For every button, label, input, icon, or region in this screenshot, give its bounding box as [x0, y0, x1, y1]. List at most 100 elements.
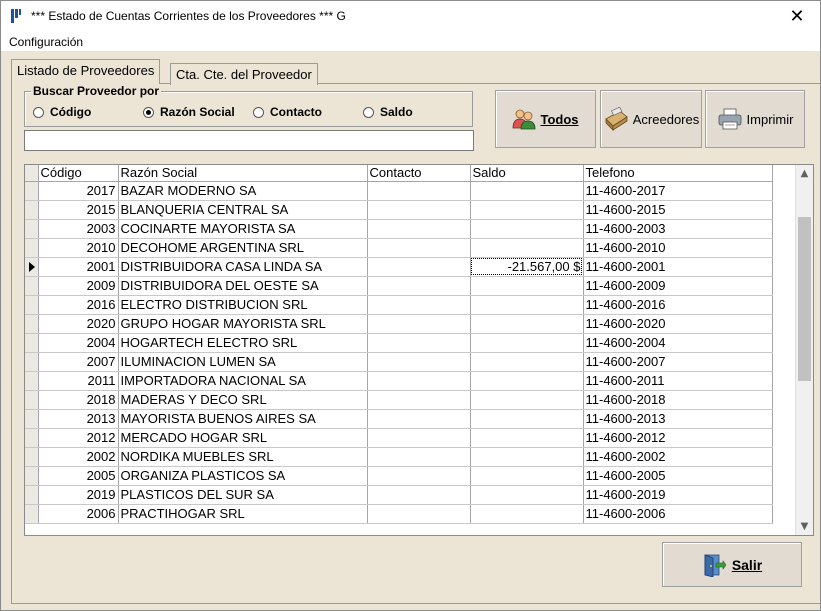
cell-saldo[interactable]	[470, 219, 584, 239]
scroll-thumb[interactable]	[798, 217, 811, 381]
row-selector[interactable]	[25, 466, 39, 486]
row-selector[interactable]	[25, 390, 39, 410]
cell-saldo[interactable]: -21.567,00 $	[470, 257, 584, 277]
row-selector[interactable]	[25, 219, 39, 239]
cell-telefono[interactable]: 11-4600-2015	[583, 200, 773, 220]
cell-razon-social[interactable]: DECOHOME ARGENTINA SRL	[118, 238, 368, 258]
cell-saldo[interactable]	[470, 181, 584, 201]
table-row[interactable]: 2013 MAYORISTA BUENOS AIRES SA 11-4600-201…	[25, 409, 773, 429]
table-row[interactable]: 2007 ILUMINACION LUMEN SA 11-4600-2007	[25, 352, 773, 372]
cell-codigo[interactable]: 2019	[38, 485, 119, 505]
cell-telefono[interactable]: 11-4600-2013	[583, 409, 773, 429]
table-row[interactable]: 2020 GRUPO HOGAR MAYORISTA SRL 11-4600-202…	[25, 314, 773, 334]
acreedores-button[interactable]: Acreedores	[600, 90, 702, 148]
cell-contacto[interactable]	[367, 504, 471, 524]
cell-telefono[interactable]: 11-4600-2012	[583, 428, 773, 448]
cell-razon-social[interactable]: ELECTRO DISTRIBUCION SRL	[118, 295, 368, 315]
cell-telefono[interactable]: 11-4600-2010	[583, 238, 773, 258]
row-selector[interactable]	[25, 238, 39, 258]
tab-cta-cte-proveedor[interactable]: Cta. Cte. del Proveedor	[170, 63, 318, 85]
cell-contacto[interactable]	[367, 238, 471, 258]
cell-codigo[interactable]: 2013	[38, 409, 119, 429]
table-row[interactable]: 2010 DECOHOME ARGENTINA SRL 11-4600-2010	[25, 238, 773, 258]
table-row[interactable]: 2019 PLASTICOS DEL SUR SA 11-4600-2019	[25, 485, 773, 505]
cell-contacto[interactable]	[367, 447, 471, 467]
grid-vertical-scrollbar[interactable]: ▲ ▼	[795, 165, 813, 535]
row-selector[interactable]	[25, 333, 39, 353]
scroll-down-arrow-icon[interactable]: ▼	[796, 518, 813, 535]
cell-telefono[interactable]: 11-4600-2016	[583, 295, 773, 315]
cell-codigo[interactable]: 2016	[38, 295, 119, 315]
cell-razon-social[interactable]: IMPORTADORA NACIONAL SA	[118, 371, 368, 391]
cell-saldo[interactable]	[470, 276, 584, 296]
cell-contacto[interactable]	[367, 257, 471, 277]
table-row[interactable]: 2004 HOGARTECH ELECTRO SRL 11-4600-2004	[25, 333, 773, 353]
table-row[interactable]: 2003 COCINARTE MAYORISTA SA 11-4600-2003	[25, 219, 773, 239]
cell-codigo[interactable]: 2012	[38, 428, 119, 448]
cell-saldo[interactable]	[470, 409, 584, 429]
row-selector[interactable]	[25, 295, 39, 315]
cell-codigo[interactable]: 2005	[38, 466, 119, 486]
cell-telefono[interactable]: 11-4600-2018	[583, 390, 773, 410]
cell-saldo[interactable]	[470, 295, 584, 315]
cell-contacto[interactable]	[367, 333, 471, 353]
radio-codigo[interactable]: Código	[33, 105, 91, 119]
cell-telefono[interactable]: 11-4600-2017	[583, 181, 773, 201]
close-button[interactable]: ✕	[774, 1, 820, 32]
cell-razon-social[interactable]: MADERAS Y DECO SRL	[118, 390, 368, 410]
row-selector[interactable]	[25, 352, 39, 372]
cell-contacto[interactable]	[367, 200, 471, 220]
table-row[interactable]: 2011 IMPORTADORA NACIONAL SA 11-4600-2011	[25, 371, 773, 391]
table-row[interactable]: 2018 MADERAS Y DECO SRL 11-4600-2018	[25, 390, 773, 410]
row-selector[interactable]	[25, 409, 39, 429]
cell-codigo[interactable]: 2001	[38, 257, 119, 277]
cell-razon-social[interactable]: DISTRIBUIDORA CASA LINDA SA	[118, 257, 368, 277]
cell-saldo[interactable]	[470, 371, 584, 391]
cell-codigo[interactable]: 2018	[38, 390, 119, 410]
salir-button[interactable]: Salir	[662, 542, 802, 587]
column-header-contacto[interactable]: Contacto	[367, 165, 471, 182]
row-selector[interactable]	[25, 485, 39, 505]
cell-razon-social[interactable]: DISTRIBUIDORA DEL OESTE SA	[118, 276, 368, 296]
table-row[interactable]: 2017 BAZAR MODERNO SA 11-4600-2017	[25, 181, 773, 201]
cell-saldo[interactable]	[470, 238, 584, 258]
row-selector[interactable]	[25, 200, 39, 220]
row-selector[interactable]	[25, 447, 39, 467]
cell-razon-social[interactable]: GRUPO HOGAR MAYORISTA SRL	[118, 314, 368, 334]
imprimir-button[interactable]: Imprimir	[705, 90, 805, 148]
cell-contacto[interactable]	[367, 485, 471, 505]
cell-contacto[interactable]	[367, 295, 471, 315]
cell-codigo[interactable]: 2017	[38, 181, 119, 201]
cell-razon-social[interactable]: BAZAR MODERNO SA	[118, 181, 368, 201]
cell-codigo[interactable]: 2020	[38, 314, 119, 334]
cell-saldo[interactable]	[470, 333, 584, 353]
cell-razon-social[interactable]: COCINARTE MAYORISTA SA	[118, 219, 368, 239]
row-selector[interactable]	[25, 257, 39, 277]
cell-codigo[interactable]: 2007	[38, 352, 119, 372]
row-selector[interactable]	[25, 181, 39, 201]
cell-razon-social[interactable]: HOGARTECH ELECTRO SRL	[118, 333, 368, 353]
cell-razon-social[interactable]: BLANQUERIA CENTRAL SA	[118, 200, 368, 220]
cell-razon-social[interactable]: ILUMINACION LUMEN SA	[118, 352, 368, 372]
cell-contacto[interactable]	[367, 409, 471, 429]
cell-telefono[interactable]: 11-4600-2011	[583, 371, 773, 391]
cell-telefono[interactable]: 11-4600-2002	[583, 447, 773, 467]
column-header-codigo[interactable]: Código	[38, 165, 119, 182]
cell-saldo[interactable]	[470, 352, 584, 372]
todos-button[interactable]: Todos	[495, 90, 596, 148]
table-row[interactable]: 2002 NORDIKA MUEBLES SRL 11-4600-2002	[25, 447, 773, 467]
menu-configuracion[interactable]: Configuración	[9, 35, 83, 49]
tab-listado-proveedores[interactable]: Listado de Proveedores	[11, 59, 161, 84]
cell-saldo[interactable]	[470, 314, 584, 334]
table-row[interactable]: 2015 BLANQUERIA CENTRAL SA 11-4600-2015	[25, 200, 773, 220]
radio-contacto[interactable]: Contacto	[253, 105, 322, 119]
cell-contacto[interactable]	[367, 181, 471, 201]
cell-contacto[interactable]	[367, 276, 471, 296]
table-row[interactable]: 2005 ORGANIZA PLASTICOS SA 11-4600-2005	[25, 466, 773, 486]
cell-razon-social[interactable]: PRACTIHOGAR SRL	[118, 504, 368, 524]
table-row[interactable]: 2006 PRACTIHOGAR SRL 11-4600-2006	[25, 504, 773, 524]
cell-telefono[interactable]: 11-4600-2004	[583, 333, 773, 353]
cell-codigo[interactable]: 2006	[38, 504, 119, 524]
column-header-telefono[interactable]: Telefono	[583, 165, 773, 182]
cell-telefono[interactable]: 11-4600-2003	[583, 219, 773, 239]
